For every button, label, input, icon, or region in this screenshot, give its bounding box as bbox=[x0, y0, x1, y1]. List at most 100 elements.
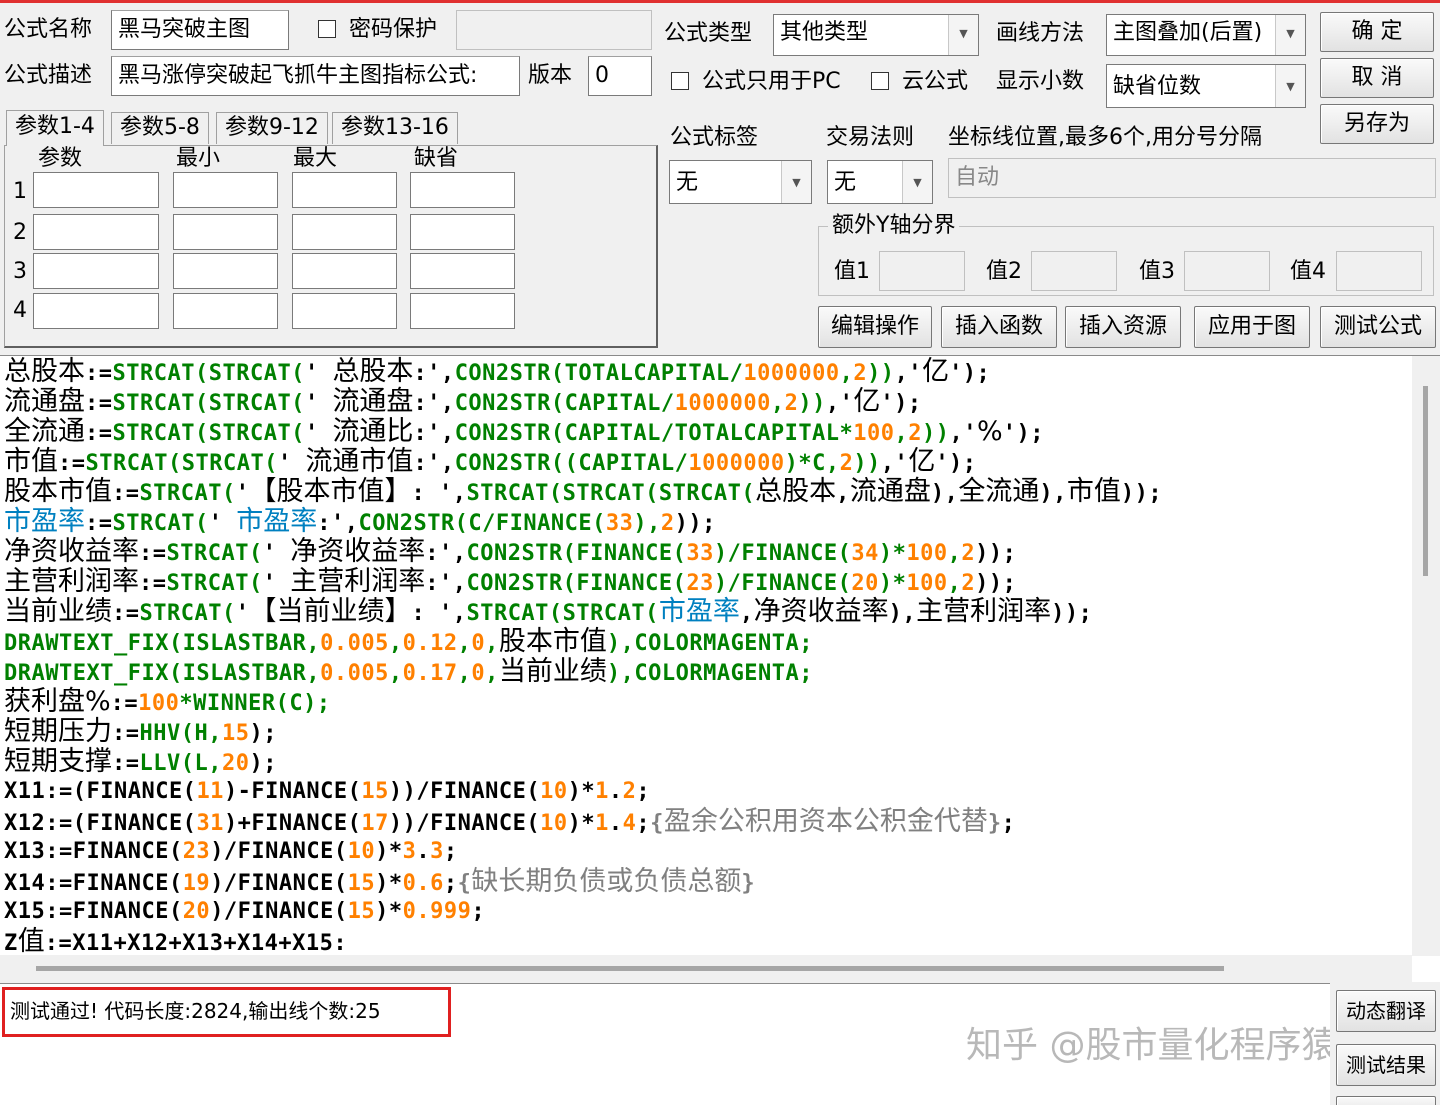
code-token: '); bbox=[1002, 421, 1044, 446]
code-token: )/FINANCE( bbox=[210, 839, 348, 864]
param-default-input[interactable] bbox=[410, 293, 515, 329]
code-token: )); bbox=[674, 511, 716, 536]
code-token: ), bbox=[888, 601, 917, 626]
tab-params-9-12[interactable]: 参数9-12 bbox=[216, 112, 328, 144]
cloud-checkbox[interactable] bbox=[871, 72, 889, 90]
param-max-input[interactable] bbox=[292, 172, 397, 208]
code-token: ' bbox=[235, 601, 250, 626]
code-line: Z值:=X11+X12+X13+X14+X15: bbox=[4, 927, 347, 957]
code-line: DRAWTEXT_FIX(ISLASTBAR,0.005,0.12,0,股本市值… bbox=[4, 627, 813, 657]
value4-input[interactable] bbox=[1336, 251, 1422, 291]
formula-name-input[interactable]: 黑马突破主图 bbox=[111, 10, 289, 50]
param-max-input[interactable] bbox=[292, 293, 397, 329]
code-token: 15 bbox=[347, 871, 376, 896]
tab-params-1-4[interactable]: 参数1-4 bbox=[6, 110, 104, 146]
apply-to-chart-button[interactable]: 应用于图 bbox=[1194, 306, 1310, 348]
test-formula-button[interactable]: 测试公式 bbox=[1320, 306, 1436, 348]
params-header-min: 最小 bbox=[176, 146, 221, 171]
param-min-input[interactable] bbox=[173, 172, 278, 208]
code-token: :=X11+X12+X13+X14+X15: bbox=[44, 931, 348, 956]
code-token: '); bbox=[935, 451, 977, 476]
param-default-input[interactable] bbox=[410, 172, 515, 208]
formula-type-select[interactable]: 其他类型 ▼ bbox=[773, 14, 979, 56]
chevron-down-icon: ▼ bbox=[781, 161, 811, 203]
param-min-input[interactable] bbox=[173, 253, 278, 289]
value1-input[interactable] bbox=[879, 251, 965, 291]
code-token: := bbox=[139, 571, 167, 596]
pc-only-label: 公式只用于PC bbox=[702, 69, 841, 94]
code-line: X11:=(FINANCE(11)-FINANCE(15))/FINANCE(1… bbox=[4, 777, 650, 807]
formula-tag-select[interactable]: 无 ▼ bbox=[669, 160, 812, 204]
code-token: 股本市值 bbox=[498, 626, 607, 657]
code-line: 获利盘%:=100*WINNER(C); bbox=[4, 687, 331, 717]
code-token: 20 bbox=[221, 751, 250, 776]
param-max-input[interactable] bbox=[292, 253, 397, 289]
code-token: 1 bbox=[595, 779, 609, 804]
test-result-button[interactable]: 测试结果 bbox=[1336, 1044, 1436, 1086]
formula-desc-input[interactable]: 黑马涨停突破起飞抓牛主图指标公式: bbox=[111, 56, 520, 96]
code-token: 【当前业绩】 bbox=[249, 596, 412, 627]
code-token: 0.12 bbox=[402, 631, 458, 656]
param-default-input[interactable] bbox=[410, 253, 515, 289]
dynamic-translate-button[interactable]: 动态翻译 bbox=[1336, 990, 1436, 1032]
code-token: , bbox=[836, 481, 850, 506]
insert-resource-button[interactable]: 插入资源 bbox=[1065, 306, 1181, 348]
value3-input[interactable] bbox=[1184, 251, 1270, 291]
code-token: 3 bbox=[402, 839, 417, 864]
param-min-input[interactable] bbox=[173, 214, 278, 250]
extra-button[interactable] bbox=[1336, 1096, 1436, 1105]
code-editor[interactable]: 总股本:=STRCAT(STRCAT(' 总股本:',CON2STR(TOTAL… bbox=[0, 355, 1440, 982]
param-name-input[interactable] bbox=[33, 172, 159, 208]
pc-only-checkbox[interactable] bbox=[671, 72, 689, 90]
code-token: 市盈率 bbox=[4, 506, 85, 537]
code-token: ,' bbox=[825, 391, 854, 416]
tab-params-5-8[interactable]: 参数5-8 bbox=[111, 112, 209, 144]
cancel-button[interactable]: 取 消 bbox=[1320, 58, 1434, 98]
code-token: )* bbox=[567, 779, 596, 804]
draw-method-select[interactable]: 主图叠加(后置) ▼ bbox=[1106, 14, 1306, 56]
param-min-input[interactable] bbox=[173, 293, 278, 329]
params-row-number: 2 bbox=[13, 220, 27, 245]
param-name-input[interactable] bbox=[33, 293, 159, 329]
code-token: ; bbox=[471, 899, 486, 924]
param-name-input[interactable] bbox=[33, 214, 159, 250]
scrollbar-thumb[interactable] bbox=[36, 966, 1224, 971]
horizontal-scrollbar[interactable] bbox=[0, 955, 1412, 982]
code-token: :', bbox=[413, 421, 455, 446]
code-token: 33 bbox=[605, 511, 634, 536]
code-token: ; bbox=[1001, 811, 1016, 836]
param-name-input[interactable] bbox=[33, 253, 159, 289]
code-token: , bbox=[894, 421, 909, 446]
code-token: 市值 bbox=[1066, 476, 1121, 507]
code-token: := bbox=[139, 541, 167, 566]
vertical-scrollbar[interactable] bbox=[1412, 356, 1440, 956]
param-max-input[interactable] bbox=[292, 214, 397, 250]
code-token: ' bbox=[262, 541, 291, 566]
code-token: )* bbox=[567, 811, 596, 836]
tab-params-13-16[interactable]: 参数13-16 bbox=[332, 112, 458, 144]
value3-label: 值3 bbox=[1139, 259, 1175, 284]
decimals-select[interactable]: 缺省位数 ▼ bbox=[1106, 64, 1306, 108]
edit-operations-button[interactable]: 编辑操作 bbox=[818, 306, 932, 348]
code-line: DRAWTEXT_FIX(ISLASTBAR,0.005,0.17,0,当前业绩… bbox=[4, 657, 813, 687]
code-token: { bbox=[650, 811, 664, 836]
code-token: , bbox=[457, 631, 472, 656]
params-row-number: 1 bbox=[13, 179, 27, 204]
code-token: 10 bbox=[540, 779, 568, 804]
code-token: )/FINANCE( bbox=[713, 541, 852, 566]
param-default-input[interactable] bbox=[410, 214, 515, 250]
code-token: 23 bbox=[686, 571, 714, 596]
scrollbar-thumb[interactable] bbox=[1423, 386, 1428, 576]
password-checkbox[interactable] bbox=[318, 20, 336, 38]
password-input[interactable] bbox=[456, 10, 652, 50]
params-header-param: 参数 bbox=[38, 146, 83, 171]
axis-position-input[interactable]: 自动 bbox=[948, 158, 1436, 198]
ok-button[interactable]: 确 定 bbox=[1320, 12, 1434, 52]
trade-rule-select[interactable]: 无 ▼ bbox=[827, 160, 933, 204]
save-as-button[interactable]: 另存为 bbox=[1320, 104, 1434, 144]
version-input[interactable]: 0 bbox=[588, 56, 652, 96]
code-token: )) bbox=[867, 361, 895, 386]
value2-input[interactable] bbox=[1031, 251, 1117, 291]
code-token: 市盈率 bbox=[236, 506, 318, 537]
insert-function-button[interactable]: 插入函数 bbox=[941, 306, 1057, 348]
